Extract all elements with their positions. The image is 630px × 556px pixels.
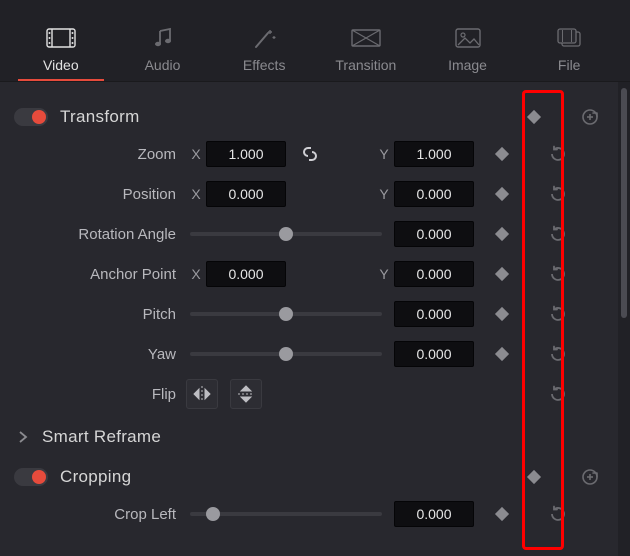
yaw-reset-button[interactable] <box>546 342 570 366</box>
yaw-input[interactable]: 0.000 <box>394 341 474 367</box>
anchor-reset-button[interactable] <box>546 262 570 286</box>
file-reel-icon <box>554 27 584 49</box>
tab-file[interactable]: File <box>518 0 620 81</box>
cropping-enable-toggle[interactable] <box>14 468 48 486</box>
anchor-keyframe-button[interactable] <box>490 262 514 286</box>
position-x-input[interactable]: 0.000 <box>206 181 286 207</box>
anchor-x-input[interactable]: 0.000 <box>206 261 286 287</box>
tab-image[interactable]: Image <box>417 0 519 81</box>
property-pitch: Pitch 0.000 <box>10 294 608 334</box>
rotation-reset-button[interactable] <box>546 222 570 246</box>
tab-video[interactable]: Video <box>10 0 112 81</box>
flip-reset-button[interactable] <box>546 382 570 406</box>
section-smart-reframe: Smart Reframe <box>10 420 608 454</box>
transform-keyframe-button[interactable] <box>522 105 546 129</box>
tab-video-label: Video <box>43 57 79 73</box>
position-label: Position <box>10 186 186 203</box>
transform-enable-toggle[interactable] <box>14 108 48 126</box>
video-clip-icon <box>46 27 76 49</box>
tab-effects-label: Effects <box>243 57 286 73</box>
anchor-x-axis-label: X <box>186 266 206 282</box>
tab-image-label: Image <box>448 57 487 73</box>
inspector-panel: Transform Zoom X 1.000 <box>0 82 618 556</box>
pitch-input[interactable]: 0.000 <box>394 301 474 327</box>
image-icon <box>453 27 483 49</box>
property-yaw: Yaw 0.000 <box>10 334 608 374</box>
position-x-axis-label: X <box>186 186 206 202</box>
yaw-label: Yaw <box>10 346 186 363</box>
property-flip: Flip <box>10 374 608 414</box>
chevron-right-icon <box>14 431 32 443</box>
yaw-keyframe-button[interactable] <box>490 342 514 366</box>
panel-scrollbar[interactable] <box>618 82 630 556</box>
inspector-tabs: Video Audio Effects Transition Image Fil… <box>0 0 630 82</box>
zoom-reset-button[interactable] <box>546 142 570 166</box>
pitch-keyframe-button[interactable] <box>490 302 514 326</box>
pitch-label: Pitch <box>10 306 186 323</box>
anchor-y-input[interactable]: 0.000 <box>394 261 474 287</box>
zoom-y-input[interactable]: 1.000 <box>394 141 474 167</box>
property-rotation: Rotation Angle 0.000 <box>10 214 608 254</box>
rotation-keyframe-button[interactable] <box>490 222 514 246</box>
property-position: Position X 0.000 Y 0.000 <box>10 174 608 214</box>
zoom-label: Zoom <box>10 146 186 163</box>
flip-keyframe-placeholder <box>490 382 514 406</box>
tab-transition-label: Transition <box>335 57 396 73</box>
cropping-keyframe-button[interactable] <box>522 465 546 489</box>
crop-left-label: Crop Left <box>10 506 186 523</box>
section-cropping: Cropping Crop Left 0.000 <box>10 460 608 534</box>
crop-left-keyframe-button[interactable] <box>490 502 514 526</box>
magic-wand-icon <box>249 27 279 49</box>
tab-audio-label: Audio <box>145 57 181 73</box>
property-zoom: Zoom X 1.000 Y 1.000 <box>10 134 608 174</box>
tab-transition[interactable]: Transition <box>315 0 417 81</box>
zoom-x-input[interactable]: 1.000 <box>206 141 286 167</box>
flip-label: Flip <box>10 386 186 403</box>
position-reset-button[interactable] <box>546 182 570 206</box>
crop-left-reset-button[interactable] <box>546 502 570 526</box>
tab-audio[interactable]: Audio <box>112 0 214 81</box>
transform-add-key-button[interactable] <box>578 105 602 129</box>
section-transform: Transform Zoom X 1.000 <box>10 100 608 414</box>
flip-vertical-button[interactable] <box>230 379 262 409</box>
smart-reframe-header[interactable]: Smart Reframe <box>10 420 608 454</box>
transform-title: Transform <box>60 107 506 127</box>
flip-horizontal-button[interactable] <box>186 379 218 409</box>
position-y-input[interactable]: 0.000 <box>394 181 474 207</box>
position-keyframe-button[interactable] <box>490 182 514 206</box>
crop-left-slider[interactable] <box>190 512 382 516</box>
tab-effects[interactable]: Effects <box>213 0 315 81</box>
scrollbar-thumb[interactable] <box>621 88 627 318</box>
smart-reframe-title: Smart Reframe <box>42 427 506 447</box>
cropping-title: Cropping <box>60 467 506 487</box>
cropping-add-key-button[interactable] <box>578 465 602 489</box>
music-note-icon <box>148 27 178 49</box>
tab-file-label: File <box>558 57 581 73</box>
zoom-keyframe-button[interactable] <box>490 142 514 166</box>
rotation-slider[interactable] <box>190 232 382 236</box>
crop-left-input[interactable]: 0.000 <box>394 501 474 527</box>
yaw-slider[interactable] <box>190 352 382 356</box>
zoom-x-axis-label: X <box>186 146 206 162</box>
zoom-y-axis-label: Y <box>374 146 394 162</box>
pitch-reset-button[interactable] <box>546 302 570 326</box>
pitch-slider[interactable] <box>190 312 382 316</box>
rotation-label: Rotation Angle <box>10 226 186 243</box>
anchor-label: Anchor Point <box>10 266 186 283</box>
zoom-link-xy-button[interactable] <box>286 144 334 164</box>
position-y-axis-label: Y <box>374 186 394 202</box>
property-crop-left: Crop Left 0.000 <box>10 494 608 534</box>
anchor-y-axis-label: Y <box>374 266 394 282</box>
property-anchor: Anchor Point X 0.000 Y 0.000 <box>10 254 608 294</box>
rotation-input[interactable]: 0.000 <box>394 221 474 247</box>
transition-icon <box>351 27 381 49</box>
